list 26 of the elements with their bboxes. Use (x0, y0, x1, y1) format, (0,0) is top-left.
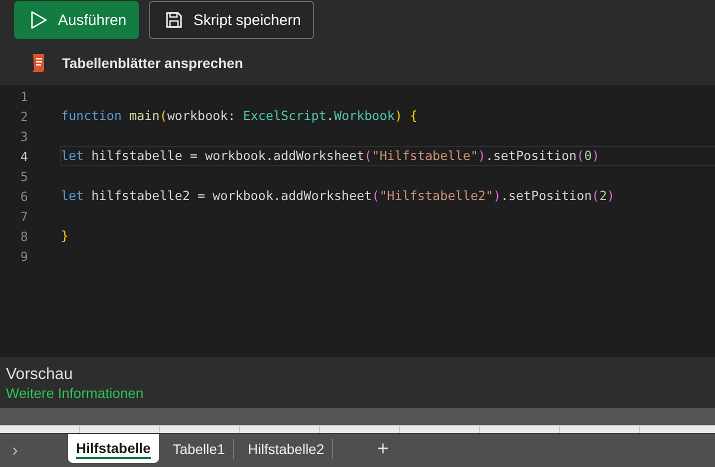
more-info-link[interactable]: Weitere Informationen (6, 385, 144, 401)
run-button[interactable]: Ausführen (14, 1, 140, 39)
play-icon (29, 10, 49, 30)
scroll-tabs-button[interactable]: › (0, 434, 68, 464)
line-number: 2 (19, 108, 28, 124)
add-sheet-button[interactable]: + (373, 434, 393, 464)
save-button[interactable]: Skript speichern (149, 1, 314, 39)
line-number: 4 (19, 148, 28, 164)
script-title: Tabellenblätter ansprechen (62, 55, 244, 71)
sheet-tab[interactable]: Hilfstabelle (68, 434, 159, 463)
code-line: function main(workbook: ExcelScript.Workbook) { (60, 107, 418, 125)
line-number: 3 (19, 128, 28, 144)
line-number: 7 (19, 208, 28, 224)
code-line: let hilfstabelle2 = workbook.addWorksheet("Hilfstabelle2").setPosition(2) (60, 187, 616, 205)
script-icon (30, 53, 46, 73)
save-icon (164, 10, 184, 30)
sheet-tab[interactable]: Tabelle1 (164, 439, 234, 459)
code-line: } (60, 227, 70, 245)
line-number: 5 (19, 168, 28, 184)
line-number: 8 (19, 228, 28, 244)
line-number: 1 (19, 88, 28, 104)
sheet-tab[interactable]: Hilfstabelle2 (240, 439, 334, 459)
line-number: 9 (19, 248, 28, 264)
code-line: let hilfstabelle = workbook.addWorksheet("Hilfstabelle").setPosition(0) (60, 146, 715, 166)
preview-title: Vorschau (6, 365, 74, 384)
line-number: 6 (19, 188, 28, 204)
